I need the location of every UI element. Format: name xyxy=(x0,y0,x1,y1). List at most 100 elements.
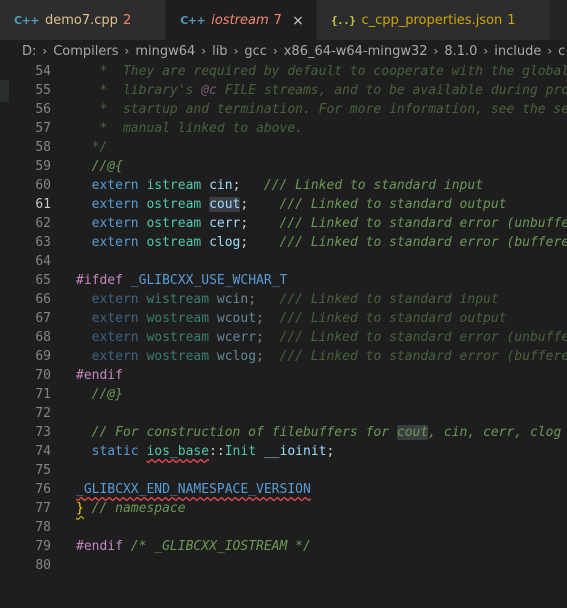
code-line[interactable]: 68 extern wostream wcerr; /// Linked to … xyxy=(0,328,567,347)
line-number: 79 xyxy=(35,539,51,554)
code-line[interactable]: 79 #endif /* _GLIBCXX_IOSTREAM */ xyxy=(0,537,567,556)
line-number: 70 xyxy=(35,368,51,383)
code-text: _GLIBCXX_END_NAMESPACE_VERSION xyxy=(76,482,311,497)
code-line[interactable]: 71 //@} xyxy=(0,385,567,404)
tab-demo7-cpp[interactable]: C++ demo7.cpp 2 xyxy=(0,0,167,40)
breadcrumb-item[interactable]: lib xyxy=(212,44,227,59)
chevron-right-icon: › xyxy=(201,44,207,58)
breadcrumb-item[interactable]: c++ xyxy=(558,44,567,59)
code-line[interactable]: 61 extern ostream cout; /// Linked to st… xyxy=(0,195,567,214)
code-text: //@} xyxy=(76,387,123,402)
breadcrumb-item[interactable]: 8.1.0 xyxy=(444,44,477,59)
code-line[interactable]: 80 xyxy=(0,556,567,575)
code-text: * startup and termination. For more info… xyxy=(76,102,567,117)
line-number: 55 xyxy=(35,83,51,98)
code-text: #endif /* _GLIBCXX_IOSTREAM */ xyxy=(76,539,311,554)
code-text: extern ostream clog; /// Linked to stand… xyxy=(91,235,567,250)
code-text: extern wostream wcerr; /// Linked to sta… xyxy=(91,330,567,345)
chevron-right-icon: › xyxy=(42,44,48,58)
tab-c-cpp-properties-json[interactable]: {..} c_cpp_properties.json 1 xyxy=(316,0,551,40)
chevron-right-icon: › xyxy=(233,44,239,58)
tab-label: c_cpp_properties.json xyxy=(361,12,503,28)
code-text: * manual linked to above. xyxy=(76,121,303,136)
code-text: extern istream cin; /// Linked to standa… xyxy=(91,178,484,193)
line-number: 68 xyxy=(35,330,51,345)
breadcrumb-item[interactable]: Compilers xyxy=(53,44,118,59)
editor-tab-bar: C++ demo7.cpp 2 C++ iostream 7 × {..} c_… xyxy=(0,0,567,40)
code-line[interactable]: 63 extern ostream clog; /// Linked to st… xyxy=(0,233,567,252)
code-text: * library's @c FILE streams, and to be a… xyxy=(76,83,567,98)
breadcrumb-item[interactable]: mingw64 xyxy=(135,44,195,59)
line-number: 56 xyxy=(35,102,51,117)
code-line[interactable]: 73 // For construction of filebuffers fo… xyxy=(0,423,567,442)
code-text: #endif xyxy=(76,368,123,383)
code-line[interactable]: 74 static ios_base::Init __ioinit; xyxy=(0,442,567,461)
problem-count: 7 xyxy=(273,13,282,28)
line-number: 69 xyxy=(35,349,51,364)
chevron-right-icon: › xyxy=(483,44,489,58)
code-line[interactable]: 59 //@{ xyxy=(0,157,567,176)
code-text: extern wostream wcout; /// Linked to sta… xyxy=(91,311,507,326)
line-number: 62 xyxy=(35,216,51,231)
code-line[interactable]: 66 extern wistream wcin; /// Linked to s… xyxy=(0,290,567,309)
tab-iostream[interactable]: C++ iostream 7 × xyxy=(166,0,317,40)
code-line[interactable]: 56 * startup and termination. For more i… xyxy=(0,100,567,119)
breadcrumb-item[interactable]: gcc xyxy=(244,44,267,59)
code-line[interactable]: 58 */ xyxy=(0,138,567,157)
line-number: 58 xyxy=(35,140,51,155)
code-text: extern ostream cout; /// Linked to stand… xyxy=(91,197,507,212)
code-line[interactable]: 55 * library's @c FILE streams, and to b… xyxy=(0,81,567,100)
line-number: 75 xyxy=(35,463,51,478)
code-text: } // namespace xyxy=(76,501,186,516)
code-text: */ xyxy=(76,140,108,155)
code-line[interactable]: 62 extern ostream cerr; /// Linked to st… xyxy=(0,214,567,233)
breadcrumb-item[interactable]: D: xyxy=(22,44,36,59)
code-line[interactable]: 76 _GLIBCXX_END_NAMESPACE_VERSION xyxy=(0,480,567,499)
code-line[interactable]: 67 extern wostream wcout; /// Linked to … xyxy=(0,309,567,328)
problem-count: 1 xyxy=(507,12,516,28)
line-number: 76 xyxy=(35,482,51,497)
tab-label: demo7.cpp xyxy=(45,12,118,28)
json-file-icon: {..} xyxy=(330,13,356,27)
line-number: 74 xyxy=(35,444,51,459)
close-icon[interactable]: × xyxy=(290,13,306,29)
code-line[interactable]: 78 xyxy=(0,518,567,537)
breadcrumb-item[interactable]: include xyxy=(494,44,541,59)
line-number: 59 xyxy=(35,159,51,174)
line-number: 61 xyxy=(35,197,51,212)
code-editor[interactable]: 54 * They are required by default to coo… xyxy=(0,62,567,608)
chevron-right-icon: › xyxy=(433,44,439,58)
tab-label: iostream xyxy=(211,13,269,28)
code-line[interactable]: 70 #endif xyxy=(0,366,567,385)
problem-count: 2 xyxy=(122,12,132,28)
line-number: 80 xyxy=(35,558,51,573)
code-text: #ifdef _GLIBCXX_USE_WCHAR_T xyxy=(76,273,288,288)
line-number: 66 xyxy=(35,292,51,307)
line-number: 64 xyxy=(35,254,51,269)
line-number: 67 xyxy=(35,311,51,326)
line-number: 71 xyxy=(35,387,51,402)
code-text: * They are required by default to cooper… xyxy=(76,64,567,79)
cpp-file-icon: C++ xyxy=(180,14,206,27)
code-line[interactable]: 57 * manual linked to above. xyxy=(0,119,567,138)
line-number: 54 xyxy=(35,64,51,79)
chevron-right-icon: › xyxy=(272,44,278,58)
code-line[interactable]: 65 #ifdef _GLIBCXX_USE_WCHAR_T xyxy=(0,271,567,290)
line-number: 60 xyxy=(35,178,51,193)
cpp-file-icon: C++ xyxy=(14,13,40,27)
breadcrumb-item[interactable]: x86_64-w64-mingw32 xyxy=(284,44,428,59)
line-number: 57 xyxy=(35,121,51,136)
code-line[interactable]: 72 xyxy=(0,404,567,423)
code-text: extern wostream wclog; /// Linked to sta… xyxy=(91,349,567,364)
line-number: 72 xyxy=(35,406,51,421)
code-line[interactable]: 54 * They are required by default to coo… xyxy=(0,62,567,81)
code-line[interactable]: 75 xyxy=(0,461,567,480)
code-line[interactable]: 60 extern istream cin; /// Linked to sta… xyxy=(0,176,567,195)
line-number: 77 xyxy=(35,501,51,516)
code-line[interactable]: 77 } // namespace xyxy=(0,499,567,518)
code-line[interactable]: 64 xyxy=(0,252,567,271)
chevron-right-icon: › xyxy=(547,44,553,58)
line-number: 65 xyxy=(35,273,51,288)
code-line[interactable]: 69 extern wostream wclog; /// Linked to … xyxy=(0,347,567,366)
code-text: extern wistream wcin; /// Linked to stan… xyxy=(91,292,499,307)
